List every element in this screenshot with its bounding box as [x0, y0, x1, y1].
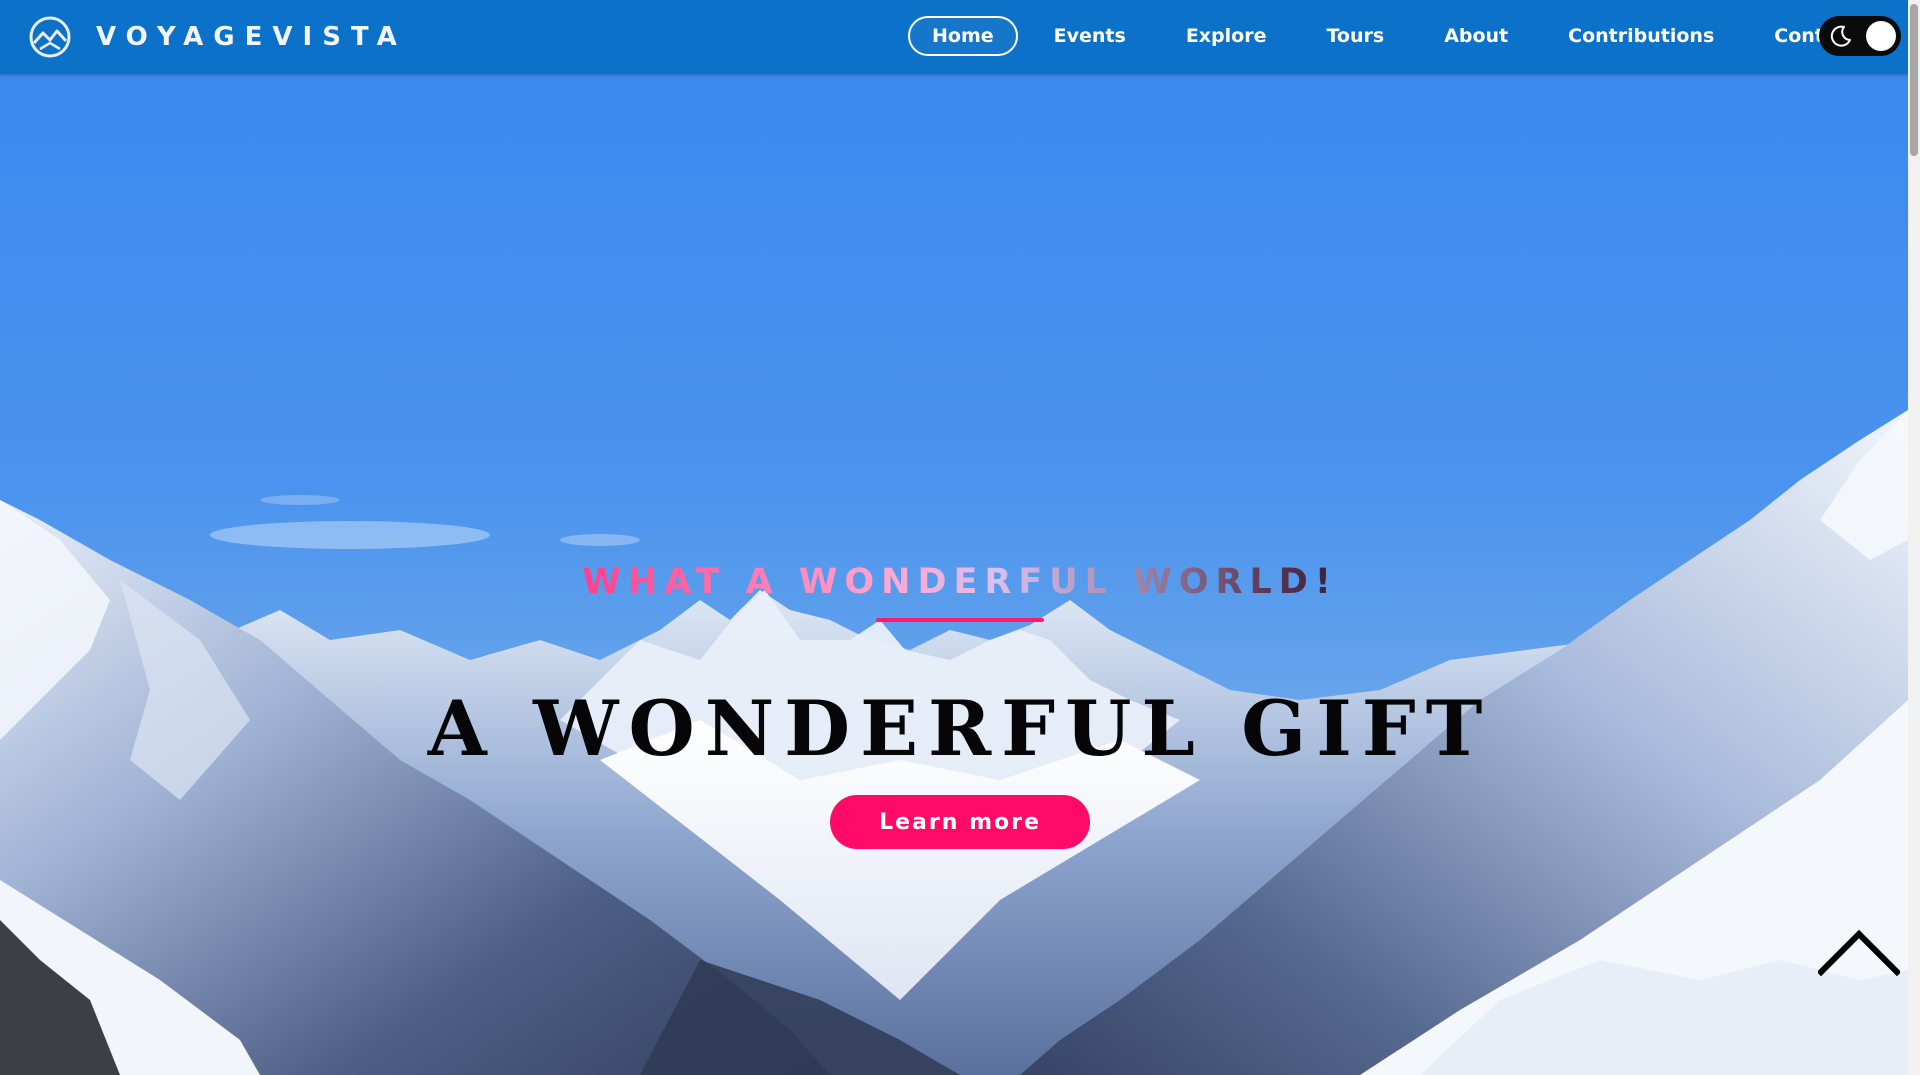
page-scrollbar[interactable] [1908, 0, 1920, 1075]
nav-item-explore[interactable]: Explore [1162, 16, 1291, 56]
nav-item-tours[interactable]: Tours [1302, 16, 1408, 56]
brand[interactable]: VOYAGEVISTA [28, 15, 407, 59]
navbar: VOYAGEVISTA Home Events Explore Tours Ab… [0, 0, 1908, 74]
hero-tagline: WHAT A WONDERFUL WORLD! [0, 562, 1920, 602]
learn-more-button[interactable]: Learn more [830, 795, 1090, 849]
nav-item-home[interactable]: Home [908, 16, 1018, 56]
tagline-underline [876, 618, 1044, 622]
theme-toggle[interactable] [1819, 16, 1901, 56]
brand-name: VOYAGEVISTA [96, 22, 407, 52]
chevron-up-icon[interactable] [1818, 928, 1900, 978]
main-nav: Home Events Explore Tours About Contribu… [908, 16, 1893, 56]
nav-item-contributions[interactable]: Contributions [1544, 16, 1738, 56]
scrollbar-thumb[interactable] [1910, 4, 1918, 156]
hero-section [0, 0, 1908, 1075]
toggle-knob [1866, 21, 1896, 51]
nav-item-about[interactable]: About [1420, 16, 1532, 56]
mountain-background-image [0, 0, 1908, 1075]
nav-item-events[interactable]: Events [1030, 16, 1150, 56]
mountain-sun-logo-icon [29, 16, 71, 58]
moon-icon [1830, 25, 1851, 47]
hero-headline: A WONDERFUL GIFT [427, 684, 1493, 773]
hero-tagline-text: WHAT A WONDERFUL WORLD! [582, 562, 1338, 602]
